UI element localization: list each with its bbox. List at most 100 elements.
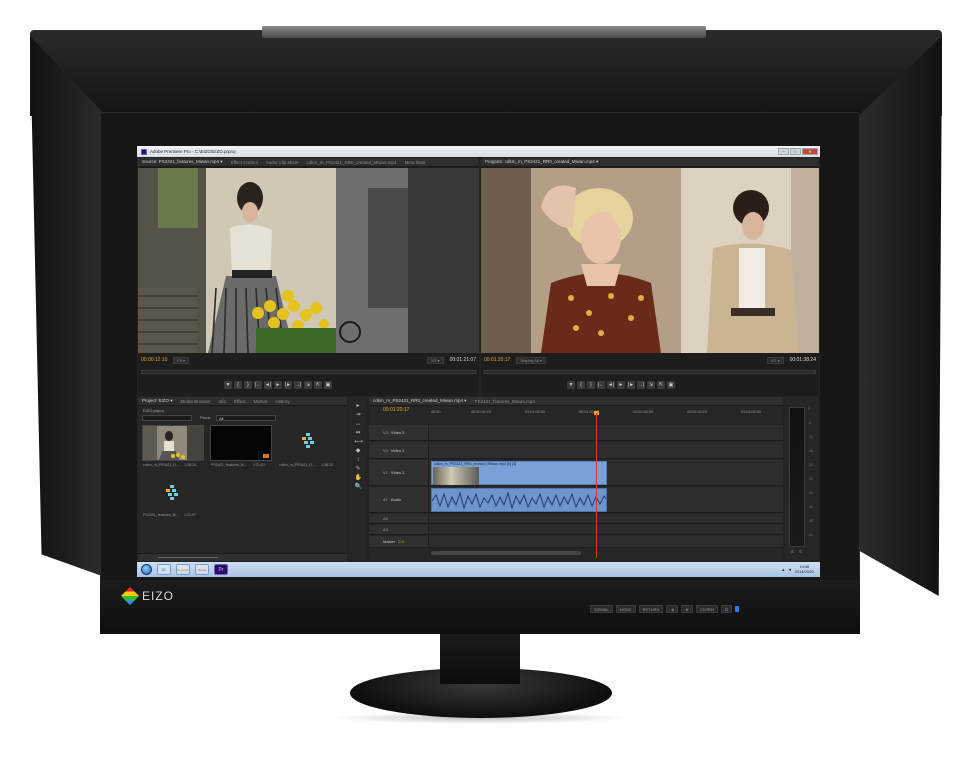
program-video-image bbox=[481, 168, 819, 353]
ripple-edit-tool-icon[interactable]: ↔ bbox=[355, 421, 362, 427]
step-back-button[interactable]: ◄| bbox=[607, 381, 615, 389]
slip-tool-icon[interactable]: ↕ bbox=[355, 457, 362, 463]
rolling-edit-tool-icon[interactable]: ⇹ bbox=[355, 430, 362, 436]
pen-tool-icon[interactable]: ✎ bbox=[355, 466, 362, 472]
mark-in-button[interactable]: { bbox=[577, 381, 585, 389]
timeline-horizontal-scrollbar[interactable] bbox=[431, 551, 581, 555]
minimize-button[interactable]: ─ bbox=[778, 148, 789, 155]
taskbar-app-premiere[interactable]: Pr bbox=[214, 564, 228, 575]
step-back-button[interactable]: ◄| bbox=[264, 381, 272, 389]
clock-date: 2014/03/02 bbox=[794, 569, 814, 574]
power-button[interactable]: ⏻ bbox=[720, 605, 733, 613]
source-video-frame[interactable] bbox=[138, 168, 479, 353]
zoom-tool-icon[interactable]: 🔍 bbox=[355, 484, 362, 490]
track-id: A2 bbox=[383, 516, 388, 521]
extract-button[interactable]: ⇱ bbox=[657, 381, 665, 389]
tab-effect-control[interactable]: Effect Control bbox=[231, 160, 258, 165]
step-forward-button[interactable]: |► bbox=[627, 381, 635, 389]
go-to-in-button[interactable]: |← bbox=[254, 381, 262, 389]
return-button[interactable]: RETURN bbox=[638, 605, 664, 613]
program-scrub-bar[interactable] bbox=[484, 370, 816, 374]
mode-button[interactable]: MODE bbox=[615, 605, 636, 613]
tab-program[interactable]: Program: cdkm_m_PS2421_RR0_created_Miwan… bbox=[485, 159, 598, 165]
source-fit-select[interactable]: Fit ▾ bbox=[173, 356, 189, 364]
source-scale-select[interactable]: 1/2 ▾ bbox=[426, 356, 444, 364]
taskbar-app-ie[interactable]: IE bbox=[157, 564, 171, 575]
maximize-button[interactable]: □ bbox=[790, 148, 801, 155]
step-forward-button[interactable]: |► bbox=[284, 381, 292, 389]
tab-meta-data[interactable]: Meta Data bbox=[405, 160, 426, 165]
insert-button[interactable]: ⇲ bbox=[304, 381, 312, 389]
taskbar-app-explorer[interactable]: Explorer bbox=[176, 564, 190, 575]
project-item-thumb-2[interactable] bbox=[210, 425, 272, 461]
system-clock[interactable]: 14:46 2014/03/02 bbox=[795, 565, 814, 575]
go-to-out-button[interactable]: →| bbox=[637, 381, 645, 389]
master-value[interactable]: 0.0 bbox=[398, 539, 404, 544]
audio-meter-bar bbox=[789, 407, 805, 547]
tab-source[interactable]: Source: PS2421_features_Miwan.mp4 ▾ bbox=[142, 159, 223, 165]
sequence-icon[interactable] bbox=[302, 433, 318, 449]
export-frame-button[interactable]: ▣ bbox=[667, 381, 675, 389]
search-input[interactable] bbox=[142, 415, 192, 421]
zoom-slider[interactable] bbox=[158, 557, 218, 558]
tab-project[interactable]: Project: EIZO ▾ bbox=[142, 398, 173, 404]
tab-sequence-source[interactable]: cdkm_m_PS2421_RR0_created_Miwan.mp4 bbox=[307, 160, 397, 165]
tab-media-browser[interactable]: Media Browser bbox=[181, 399, 211, 404]
tab-info[interactable]: Info bbox=[219, 399, 227, 404]
track-id: A1 bbox=[383, 497, 388, 502]
track-a3: A3 bbox=[369, 525, 783, 535]
tab-audio-clip-mixer[interactable]: Audio Clip Mixer bbox=[266, 160, 299, 165]
signal-button[interactable]: SIGNAL bbox=[590, 605, 613, 613]
program-video-frame[interactable] bbox=[481, 168, 819, 353]
export-frame-button[interactable]: ▣ bbox=[324, 381, 332, 389]
place-select[interactable]: All bbox=[216, 415, 276, 421]
go-to-out-button[interactable]: →| bbox=[294, 381, 302, 389]
left-button[interactable]: ◄ bbox=[666, 605, 679, 613]
program-scene-illustration bbox=[481, 168, 819, 353]
program-scale-select[interactable]: 1/2 ▾ bbox=[766, 356, 784, 364]
marker-button[interactable]: ▼ bbox=[224, 381, 232, 389]
solo-right-button[interactable]: S bbox=[799, 549, 802, 554]
rate-stretch-tool-icon[interactable]: ⟷ bbox=[355, 439, 364, 445]
tab-history[interactable]: History bbox=[276, 399, 290, 404]
right-button[interactable]: ► bbox=[681, 605, 694, 613]
tab-timeline-sequence[interactable]: cdkm_m_PS2421_RR0_created_Miwan.mp4 ▾ bbox=[373, 398, 467, 404]
project-item-name-4: PS2421_features_M... bbox=[143, 513, 179, 517]
audio-clip[interactable] bbox=[431, 488, 607, 512]
go-to-in-button[interactable]: |← bbox=[597, 381, 605, 389]
mark-in-button[interactable]: { bbox=[234, 381, 242, 389]
program-display-select[interactable]: Display All ▾ bbox=[516, 356, 546, 364]
taskbar-app-media[interactable]: Media bbox=[195, 564, 209, 575]
play-button[interactable]: ► bbox=[274, 381, 282, 389]
start-button[interactable] bbox=[141, 564, 152, 575]
play-button[interactable]: ► bbox=[617, 381, 625, 389]
monitor-hood-left bbox=[30, 36, 102, 576]
solo-left-button[interactable]: S bbox=[791, 549, 794, 554]
project-item-thumb-1[interactable] bbox=[142, 425, 204, 461]
mark-out-button[interactable]: } bbox=[587, 381, 595, 389]
close-button[interactable]: ✕ bbox=[802, 148, 818, 155]
razor-tool-icon[interactable]: ◆ bbox=[355, 448, 362, 454]
tab-timeline-source[interactable]: PS2421_features_Miwan.mp4 bbox=[475, 399, 535, 404]
mark-out-button[interactable]: } bbox=[244, 381, 252, 389]
sequence-icon[interactable] bbox=[166, 485, 182, 501]
tab-effect[interactable]: Effect bbox=[234, 399, 245, 404]
volume-icon[interactable]: ◂ bbox=[788, 567, 791, 573]
track-header-a2: A2 bbox=[369, 514, 429, 523]
place-select-value: All bbox=[219, 416, 224, 421]
hand-tool-icon[interactable]: ✋ bbox=[355, 475, 362, 481]
timeline-timecode[interactable]: 00:01:20:17 bbox=[383, 407, 409, 413]
source-scrub-bar[interactable] bbox=[141, 370, 476, 374]
system-tray: ▴ ◂ 14:46 2014/03/02 bbox=[782, 565, 820, 575]
program-timecode-in[interactable]: 00:01:20:17 bbox=[484, 357, 510, 363]
lift-button[interactable]: ⇲ bbox=[647, 381, 655, 389]
track-select-tool-icon[interactable]: ⇥ bbox=[355, 412, 362, 418]
overwrite-button[interactable]: ⇱ bbox=[314, 381, 322, 389]
marker-button[interactable]: ▼ bbox=[567, 381, 575, 389]
network-icon[interactable]: ▴ bbox=[782, 567, 785, 573]
enter-button[interactable]: ENTER bbox=[696, 605, 718, 613]
tab-marker[interactable]: Marker bbox=[253, 399, 267, 404]
source-timecode-in[interactable]: 00:00:12:10 bbox=[141, 357, 167, 363]
selection-tool-icon[interactable]: ▸ bbox=[355, 403, 362, 409]
video-clip[interactable]: cdkm_m_PS2421_RR0_created_Miwan.mp4 [V] … bbox=[431, 461, 607, 485]
